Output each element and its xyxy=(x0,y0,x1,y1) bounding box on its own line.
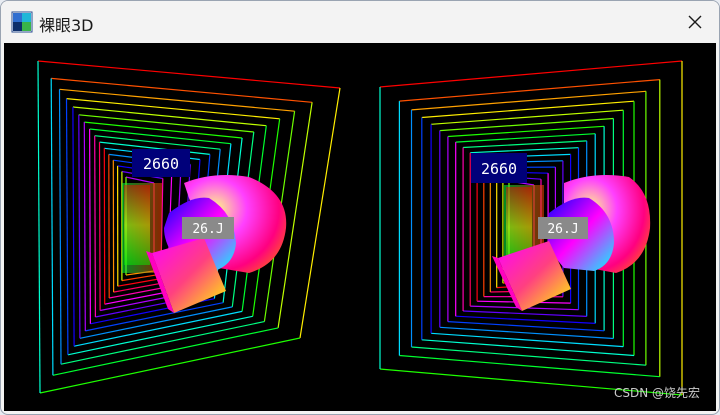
app-cube-icon xyxy=(11,11,33,33)
tunnel-frame-edge xyxy=(98,142,101,311)
tunnel-frame-edge xyxy=(439,326,614,340)
tunnel-frame-edge xyxy=(78,114,81,339)
stereo-scene: 2660 26.J 2660 26.J xyxy=(37,60,683,396)
tunnel-frame-edge xyxy=(89,128,91,324)
watermark: CSDN @饶先宏 xyxy=(613,386,700,400)
right-overlay-label: 26.J xyxy=(547,222,578,237)
tunnel-frame-edge xyxy=(125,176,155,184)
tunnel-frame-edge xyxy=(37,60,341,89)
tunnel-frame-edge xyxy=(94,135,96,318)
right-eye-view: 2660 26.J xyxy=(379,60,683,396)
tunnel-frame-edge xyxy=(411,90,646,111)
tunnel-frame-edge xyxy=(463,140,587,149)
tunnel-frame-edge xyxy=(439,117,614,132)
tunnel-frame-edge xyxy=(59,88,295,112)
left-eye-view: 2660 26.J xyxy=(37,60,341,394)
tunnel-frame-edge xyxy=(299,87,341,339)
tunnel-frame-edge xyxy=(455,315,596,324)
tunnel-frame-edge xyxy=(66,98,280,120)
tunnel-frame-edge xyxy=(78,114,254,133)
tunnel-frame-edge xyxy=(399,79,660,102)
tunnel-frame-edge xyxy=(94,135,221,150)
tunnel-frame-edge xyxy=(463,310,587,317)
tunnel-frame-edge xyxy=(89,128,231,145)
tunnel-frame-edge xyxy=(58,89,62,365)
tunnel-frame-edge xyxy=(39,337,301,394)
window-title: 裸眼3D xyxy=(39,16,94,35)
tunnel-frame-edge xyxy=(65,98,69,355)
left-overlay-label: 26.J xyxy=(192,222,223,237)
tunnel-frame-edge xyxy=(421,100,635,119)
tunnel-frame-edge xyxy=(83,122,86,331)
close-button[interactable] xyxy=(671,1,719,43)
app-window: 裸眼3D 2660 26.J 2660 26.J CSDN @饶先宏 xyxy=(0,0,720,415)
tunnel-frame-edge xyxy=(431,109,624,125)
right-counter-label: 2660 xyxy=(481,160,517,178)
tunnel-frame-edge xyxy=(470,147,579,154)
tunnel-frame-edge xyxy=(431,332,624,348)
tunnel-frame-edge xyxy=(421,339,635,357)
tunnel-frame-edge xyxy=(50,78,54,376)
tunnel-frame-edge xyxy=(37,60,41,394)
close-icon xyxy=(688,15,702,29)
tunnel-frame-edge xyxy=(411,346,646,366)
stereo-viewport[interactable]: 2660 26.J 2660 26.J CSDN @饶先宏 xyxy=(4,43,716,411)
tunnel-frame-edge xyxy=(84,121,243,139)
tunnel-frame-edge xyxy=(72,106,267,127)
tunnel-frame-edge xyxy=(72,106,75,347)
left-counter-label: 2660 xyxy=(143,155,179,173)
tunnel-frame-edge xyxy=(379,60,683,88)
title-bar[interactable]: 裸眼3D xyxy=(1,1,719,43)
